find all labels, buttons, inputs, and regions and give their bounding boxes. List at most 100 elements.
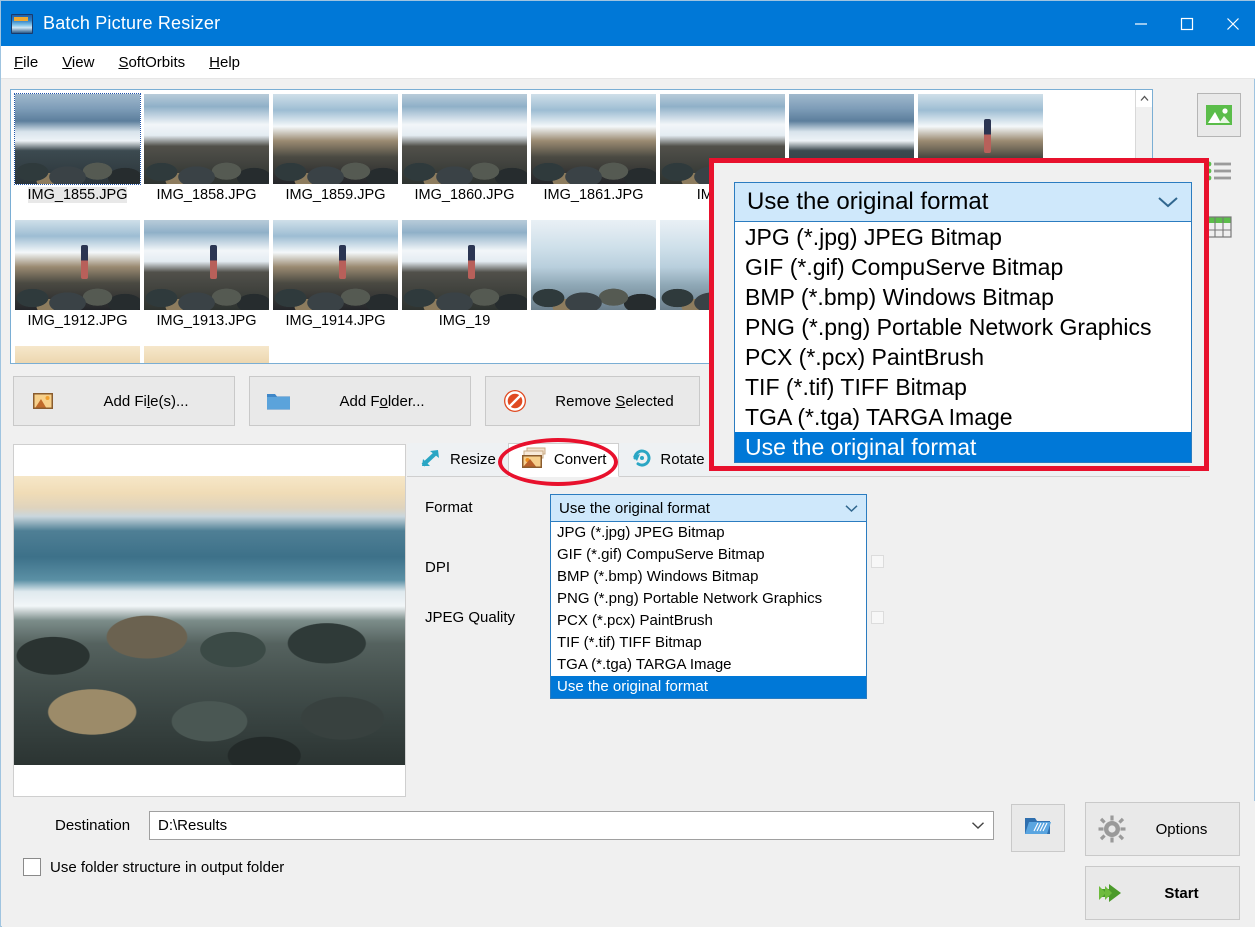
format-option[interactable]: PNG (*.png) Portable Network Graphics: [551, 588, 866, 610]
format-option[interactable]: GIF (*.gif) CompuServe Bitmap: [735, 252, 1191, 282]
format-option[interactable]: TGA (*.tga) TARGA Image: [551, 654, 866, 676]
thumbnail-item[interactable]: IMG_19: [402, 220, 527, 342]
thumbnail-filename: IMG_1858.JPG: [156, 187, 257, 203]
thumbnail-item[interactable]: IMG_1861.JPG: [531, 94, 656, 216]
format-option[interactable]: TIF (*.tif) TIFF Bitmap: [551, 632, 866, 654]
close-icon[interactable]: [1210, 1, 1255, 46]
thumbnail-item[interactable]: [531, 220, 656, 342]
menu-item-softorbits[interactable]: SoftOrbits: [107, 51, 196, 74]
thumbnail-view-icon[interactable]: [1197, 93, 1241, 137]
format-selected-text: Use the original format: [559, 499, 710, 517]
remove-selected-button[interactable]: Remove Selected: [485, 376, 700, 426]
scroll-up-icon[interactable]: [1136, 90, 1152, 107]
thumbnail-filename: IMG_1859.JPG: [285, 187, 386, 203]
title-bar: Batch Picture Resizer: [1, 1, 1255, 46]
remove-icon: [486, 388, 544, 414]
preview-image: [14, 476, 405, 765]
format-option[interactable]: BMP (*.bmp) Windows Bitmap: [735, 282, 1191, 312]
jpeg-quality-field-obscured[interactable]: [871, 611, 884, 624]
callout-combobox-value[interactable]: Use the original format: [734, 182, 1192, 222]
dpi-field-obscured[interactable]: [871, 555, 884, 568]
format-combobox-value[interactable]: Use the original format: [550, 494, 867, 522]
format-options-list[interactable]: JPG (*.jpg) JPEG Bitmap GIF (*.gif) Compu…: [550, 522, 867, 699]
thumbnail-filename: IMG_1855.JPG: [27, 187, 128, 203]
format-option[interactable]: PCX (*.pcx) PaintBrush: [551, 610, 866, 632]
format-option[interactable]: PNG (*.png) Portable Network Graphics: [735, 312, 1191, 342]
thumbnail-item[interactable]: [15, 346, 140, 363]
use-folder-structure-row[interactable]: Use folder structure in output folder: [23, 858, 284, 876]
thumbnail-item[interactable]: [144, 346, 269, 363]
format-option[interactable]: TGA (*.tga) TARGA Image: [735, 402, 1191, 432]
convert-images-icon: [521, 447, 547, 473]
thumbnail-item[interactable]: IMG_1913.JPG: [144, 220, 269, 342]
callout-options-list[interactable]: JPG (*.jpg) JPEG Bitmap GIF (*.gif) Compu…: [734, 222, 1192, 463]
format-label: Format: [425, 499, 473, 516]
format-option[interactable]: BMP (*.bmp) Windows Bitmap: [551, 566, 866, 588]
destination-label: Destination: [55, 817, 131, 834]
chevron-down-icon: [845, 500, 858, 517]
minimize-icon[interactable]: [1118, 1, 1164, 46]
destination-value: D:\Results: [158, 817, 228, 834]
remove-selected-label: Remove Selected: [555, 392, 674, 410]
start-button[interactable]: Start: [1085, 866, 1240, 920]
options-label: Options: [1155, 820, 1208, 838]
callout-combobox[interactable]: Use the original format JPG (*.jpg) JPEG…: [734, 182, 1192, 463]
tab-resize-label: Resize: [450, 451, 496, 468]
destination-input[interactable]: D:\Results: [149, 811, 994, 840]
format-option[interactable]: TIF (*.tif) TIFF Bitmap: [735, 372, 1191, 402]
thumbnail-item[interactable]: IMG_1914.JPG: [273, 220, 398, 342]
thumbnail-item[interactable]: IMG_1859.JPG: [273, 94, 398, 216]
gear-icon: [1086, 815, 1138, 843]
options-button[interactable]: Options: [1085, 802, 1240, 856]
add-files-button[interactable]: Add File(s)...: [13, 376, 235, 426]
thumbnail-filename: IMG_1860.JPG: [414, 187, 515, 203]
menu-item-view[interactable]: View: [51, 51, 105, 74]
format-combobox[interactable]: Use the original format JPG (*.jpg) JPEG…: [550, 494, 867, 699]
tab-resize[interactable]: Resize: [407, 443, 508, 477]
thumbnail-image: [144, 220, 269, 310]
callout-selected-text: Use the original format: [747, 188, 989, 215]
resize-arrow-icon: [419, 447, 443, 473]
thumbnail-filename: IMG_19: [438, 313, 491, 329]
tab-rotate-label: Rotate: [660, 451, 705, 468]
format-option[interactable]: Use the original format: [735, 432, 1191, 462]
thumbnail-item[interactable]: IMG_1860.JPG: [402, 94, 527, 216]
browse-folder-button[interactable]: [1011, 804, 1065, 852]
use-folder-structure-label: Use folder structure in output folder: [50, 858, 285, 876]
thumbnail-image: [15, 346, 140, 363]
add-files-label: Add File(s)...: [103, 392, 189, 410]
menu-item-file[interactable]: File: [3, 51, 49, 74]
tab-convert-label: Convert: [553, 451, 607, 468]
open-folder-icon: [1023, 814, 1053, 843]
format-option[interactable]: JPG (*.jpg) JPEG Bitmap: [735, 222, 1191, 252]
maximize-icon[interactable]: [1164, 1, 1210, 46]
window-controls: [1118, 1, 1255, 46]
add-folder-button[interactable]: Add Folder...: [249, 376, 471, 426]
format-option[interactable]: JPG (*.jpg) JPEG Bitmap: [551, 522, 866, 544]
window-title: Batch Picture Resizer: [43, 13, 221, 33]
thumbnail-filename: IMG_1914.JPG: [285, 313, 386, 329]
folder-icon: [250, 391, 308, 412]
convert-settings-form: Format DPI JPEG Quality Use the original…: [407, 477, 1190, 797]
use-folder-structure-checkbox[interactable]: [23, 858, 41, 876]
thumbnail-item[interactable]: IMG_1858.JPG: [144, 94, 269, 216]
format-option[interactable]: PCX (*.pcx) PaintBrush: [735, 342, 1191, 372]
thumbnail-image: [402, 94, 527, 184]
annotation-callout-format-dropdown: Use the original format JPG (*.jpg) JPEG…: [709, 158, 1209, 471]
thumbnail-image: [402, 220, 527, 310]
menu-item-help[interactable]: Help: [198, 51, 251, 74]
thumbnail-image: [531, 94, 656, 184]
chevron-down-icon[interactable]: [971, 817, 985, 834]
application-window: Batch Picture Resizer File View SoftOrbits…: [0, 0, 1255, 927]
thumbnail-image: [15, 220, 140, 310]
tab-convert[interactable]: Convert: [507, 442, 620, 477]
rotate-icon: [631, 447, 653, 473]
format-option[interactable]: Use the original format: [551, 676, 866, 698]
thumbnail-item[interactable]: IMG_1855.JPG: [14, 93, 141, 216]
tab-rotate[interactable]: Rotate: [619, 443, 716, 477]
thumbnail-item[interactable]: IMG_1912.JPG: [15, 220, 140, 342]
thumbnail-image: [144, 94, 269, 184]
image-preview-panel: [13, 444, 406, 797]
thumbnail-image: [531, 220, 656, 310]
format-option[interactable]: GIF (*.gif) CompuServe Bitmap: [551, 544, 866, 566]
